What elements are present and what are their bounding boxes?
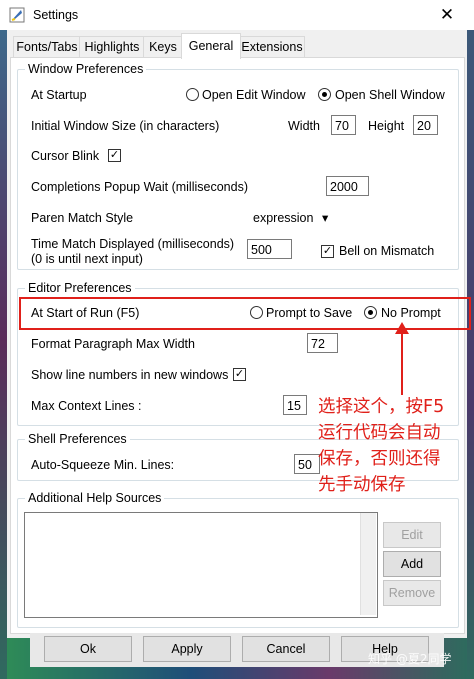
annotation-arrow-icon [395, 322, 409, 334]
cancel-button[interactable]: Cancel [242, 636, 330, 662]
run-f5-label: At Start of Run (F5) [31, 306, 140, 320]
height-field[interactable]: 20 [413, 115, 438, 135]
completions-wait-label: Completions Popup Wait (milliseconds) [31, 180, 248, 194]
desktop-background-left [0, 0, 7, 679]
max-context-lines-field[interactable]: 15 [283, 395, 307, 415]
initial-window-size-label: Initial Window Size (in characters) [31, 119, 220, 133]
time-match-label: Time Match Displayed (milliseconds) [31, 237, 235, 251]
remove-help-button[interactable]: Remove [383, 580, 441, 606]
max-context-lines-label: Max Context Lines : [31, 399, 142, 413]
add-help-button[interactable]: Add [383, 551, 441, 577]
tab-fonts-tabs[interactable]: Fonts/Tabs [13, 36, 81, 58]
no-prompt-label[interactable]: No Prompt [381, 306, 441, 320]
tab-general[interactable]: General [181, 33, 241, 59]
open-shell-window-label[interactable]: Open Shell Window [335, 88, 445, 102]
python-feather-icon [9, 7, 25, 23]
open-edit-window-label[interactable]: Open Edit Window [202, 88, 306, 102]
width-field[interactable]: 70 [331, 115, 356, 135]
prompt-to-save-radio[interactable] [250, 306, 263, 319]
apply-button[interactable]: Apply [143, 636, 231, 662]
time-match-sublabel: (0 is until next input) [31, 252, 143, 266]
shell-preferences-heading: Shell Preferences [25, 432, 130, 446]
annotation-line-1: 选择这个，按F5 [318, 397, 445, 417]
format-paragraph-field[interactable]: 72 [307, 333, 338, 353]
at-startup-label: At Startup [31, 88, 87, 102]
watermark: 知乎 @夏2同学 [368, 652, 452, 666]
edit-help-button[interactable]: Edit [383, 522, 441, 548]
prompt-to-save-label[interactable]: Prompt to Save [266, 306, 352, 320]
window-title: Settings [33, 8, 79, 22]
editor-preferences-heading: Editor Preferences [25, 281, 135, 295]
bell-on-mismatch-checkbox[interactable]: ✓ [321, 245, 334, 258]
annotation-line-3: 保存，否则还得 [318, 449, 441, 469]
line-numbers-label: Show line numbers in new windows [31, 368, 229, 382]
format-paragraph-label: Format Paragraph Max Width [31, 337, 195, 351]
annotation-note: 选择这个，按F5 运行代码会自动 保存，否则还得 先手动保存 [318, 394, 444, 498]
cursor-blink-checkbox[interactable]: ✓ [108, 149, 121, 162]
tab-extensions[interactable]: Extensions [239, 36, 305, 58]
open-edit-window-radio[interactable] [186, 88, 199, 101]
title-bar[interactable]: Settings ✕ [0, 0, 474, 30]
paren-match-style-select[interactable]: expression [253, 211, 313, 225]
height-label: Height [368, 119, 405, 133]
tab-keys[interactable]: Keys [143, 36, 183, 58]
ok-button[interactable]: Ok [44, 636, 132, 662]
chevron-down-icon[interactable]: ▾ [322, 210, 328, 225]
width-label: Width [288, 119, 320, 133]
paren-match-style-label: Paren Match Style [31, 211, 134, 225]
open-shell-window-radio[interactable] [318, 88, 331, 101]
completions-wait-field[interactable]: 2000 [326, 176, 369, 196]
bell-on-mismatch-label: Bell on Mismatch [339, 244, 435, 258]
auto-squeeze-label: Auto-Squeeze Min. Lines: [31, 458, 175, 472]
time-match-field[interactable]: 500 [247, 239, 292, 259]
tab-highlights[interactable]: Highlights [79, 36, 145, 58]
annotation-arrow-line [401, 325, 403, 395]
cursor-blink-label: Cursor Blink [31, 149, 100, 163]
annotation-line-2: 运行代码会自动 [318, 423, 441, 443]
desktop-background-right [467, 0, 474, 679]
auto-squeeze-field[interactable]: 50 [294, 454, 320, 474]
annotation-line-4: 先手动保存 [318, 475, 406, 495]
window-preferences-heading: Window Preferences [25, 62, 147, 76]
help-sources-heading: Additional Help Sources [25, 491, 165, 505]
help-sources-list[interactable] [24, 512, 378, 618]
help-sources-scrollbar[interactable] [360, 513, 376, 615]
no-prompt-radio[interactable] [364, 306, 377, 319]
line-numbers-checkbox[interactable]: ✓ [233, 368, 246, 381]
close-icon[interactable]: ✕ [432, 4, 462, 26]
